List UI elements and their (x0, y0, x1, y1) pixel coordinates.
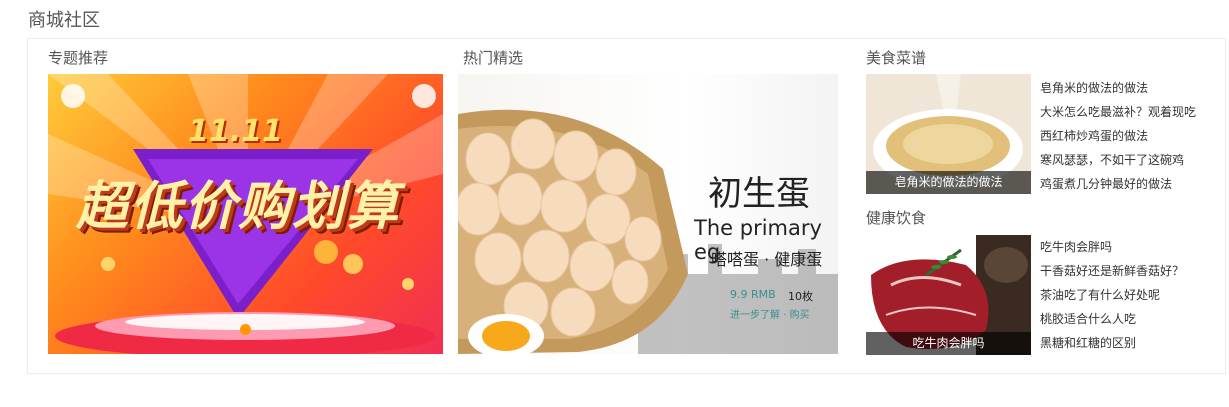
list-item[interactable]: 鸡蛋煮几分钟最好的做法 (1040, 172, 1196, 196)
page-title: 商城社区 (28, 10, 100, 31)
section-title-recipes: 美食菜谱 (866, 49, 927, 67)
section-title-topics: 专题推荐 (48, 49, 109, 67)
list-item[interactable]: 皂角米的做法的做法 (1040, 76, 1196, 100)
health-list: 吃牛肉会胖吗 干香菇好还是新鲜香菇好？ 茶油吃了有什么好处呢 桃胶适合什么人吃 … (1040, 235, 1184, 355)
section-title-health: 健康饮食 (866, 209, 927, 227)
banner-count: 10枚 (788, 290, 813, 303)
health-thumbnail[interactable]: 吃牛肉会胖吗 (866, 235, 1031, 355)
banner-slogan: 进一步了解 · 购买 (730, 310, 810, 321)
list-item[interactable]: 茶油吃了有什么好处呢 (1040, 283, 1184, 307)
list-item[interactable]: 西红柿炒鸡蛋的做法 (1040, 124, 1196, 148)
recipe-caption: 皂角米的做法的做法 (866, 171, 1031, 194)
community-panel: 专题推荐 11.11 超低价购划算 热门精选 初生蛋 The primary e… (27, 38, 1226, 374)
banner-title: 初生蛋 (708, 174, 810, 214)
list-item[interactable]: 寒风瑟瑟，不如干了这碗鸡 (1040, 148, 1196, 172)
recipe-list: 皂角米的做法的做法 大米怎么吃最滋补？观着现吃 西红柿炒鸡蛋的做法 寒风瑟瑟，不… (1040, 76, 1196, 196)
carousel-indicator[interactable] (240, 324, 251, 335)
recipe-thumbnail[interactable]: 皂角米的做法的做法 (866, 74, 1031, 194)
list-item[interactable]: 干香菇好还是新鲜香菇好？ (1040, 259, 1184, 283)
list-item[interactable]: 吃牛肉会胖吗 (1040, 235, 1184, 259)
list-item[interactable]: 黑糖和红糖的区别 (1040, 331, 1184, 355)
list-item[interactable]: 大米怎么吃最滋补？观着现吃 (1040, 100, 1196, 124)
hot-banner[interactable]: 初生蛋 The primary eg 嗒嗒蛋 · 健康蛋 9.9 RMB 10枚… (458, 74, 838, 354)
topic-banner[interactable]: 11.11 超低价购划算 (48, 74, 443, 354)
banner-headline: 超低价购划算 (76, 177, 401, 237)
banner-subtitle: 嗒嗒蛋 · 健康蛋 (711, 250, 823, 269)
banner-price: 9.9 RMB (730, 288, 776, 301)
list-item[interactable]: 桃胶适合什么人吃 (1040, 307, 1184, 331)
health-caption: 吃牛肉会胖吗 (866, 332, 1031, 355)
banner-date: 11.11 (188, 114, 283, 149)
section-title-hot: 热门精选 (463, 49, 524, 67)
